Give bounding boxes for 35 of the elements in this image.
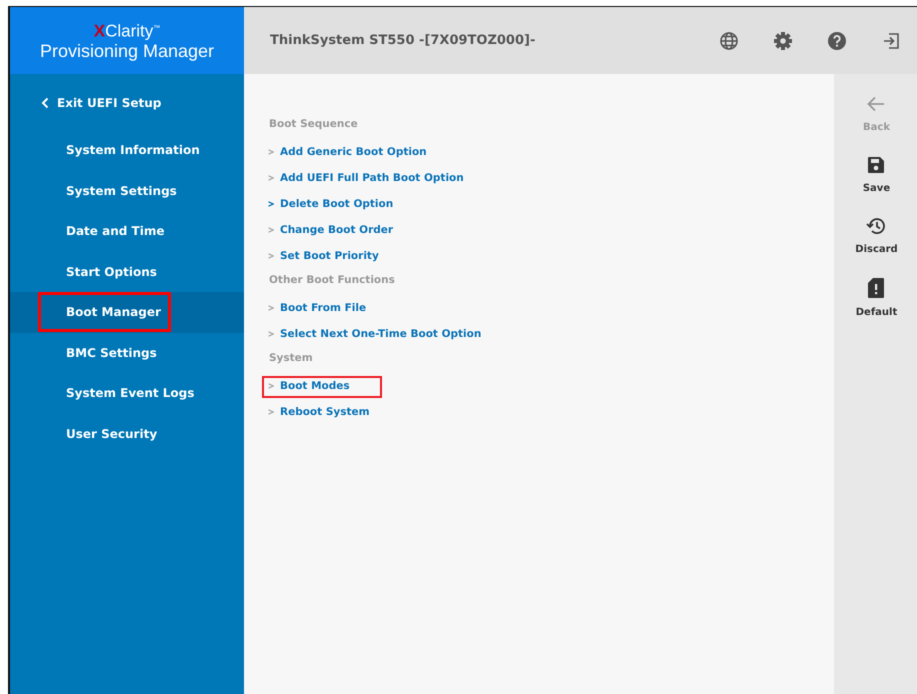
save-button[interactable]: Save	[862, 155, 890, 194]
menu-link[interactable]: Add Generic Boot Option	[262, 142, 459, 164]
system-title: ThinkSystem ST550 -[7X09TOZ000]-	[270, 33, 536, 48]
menu-link[interactable]: Boot Modes	[262, 376, 382, 398]
sidebar-item[interactable]: System Event Logs	[38, 373, 204, 414]
history-icon	[865, 216, 888, 236]
sidebar-item[interactable]: BMC Settings	[38, 332, 167, 373]
menu-link[interactable]: Change Boot Order	[262, 220, 426, 242]
globe-icon[interactable]	[719, 30, 739, 50]
section-heading: Other Boot Functions	[269, 273, 396, 288]
discard-button[interactable]: Discard	[855, 216, 898, 255]
sidebar-item[interactable]: Boot Manager	[38, 292, 171, 332]
menu-link[interactable]: Set Boot Priority	[262, 246, 411, 268]
sidebar-item[interactable]: System Information	[38, 130, 210, 170]
back-arrow-icon	[866, 94, 886, 114]
sidebar-item[interactable]: Date and Time	[38, 211, 174, 252]
chevron-left-icon	[41, 97, 49, 109]
exit-icon[interactable]	[881, 30, 901, 50]
default-button[interactable]: Default	[856, 277, 898, 318]
section-heading: Boot Sequence	[269, 117, 359, 132]
alert-card-icon	[867, 277, 886, 299]
exit-setup-link[interactable]: Exit UEFI Setup	[41, 94, 162, 112]
menu-link[interactable]: Select Next One-Time Boot Option	[262, 324, 514, 346]
settings-icon[interactable]	[773, 30, 793, 50]
sidebar-item[interactable]: Start Options	[38, 252, 167, 292]
menu-link[interactable]: Reboot System	[262, 402, 402, 424]
brand-logo: XClarity$^{™}$	[94, 20, 160, 42]
sidebar-item[interactable]: User Security	[38, 414, 168, 454]
menu-link[interactable]: Delete Boot Option	[262, 194, 426, 216]
menu-link[interactable]: Boot From File	[262, 298, 398, 320]
product-name: Provisioning Manager	[40, 41, 214, 62]
sidebar-item[interactable]: System Settings	[38, 170, 187, 211]
section-heading: System	[269, 351, 314, 366]
help-icon[interactable]	[827, 30, 847, 50]
menu-link[interactable]: Add UEFI Full Path Boot Option	[262, 168, 496, 190]
